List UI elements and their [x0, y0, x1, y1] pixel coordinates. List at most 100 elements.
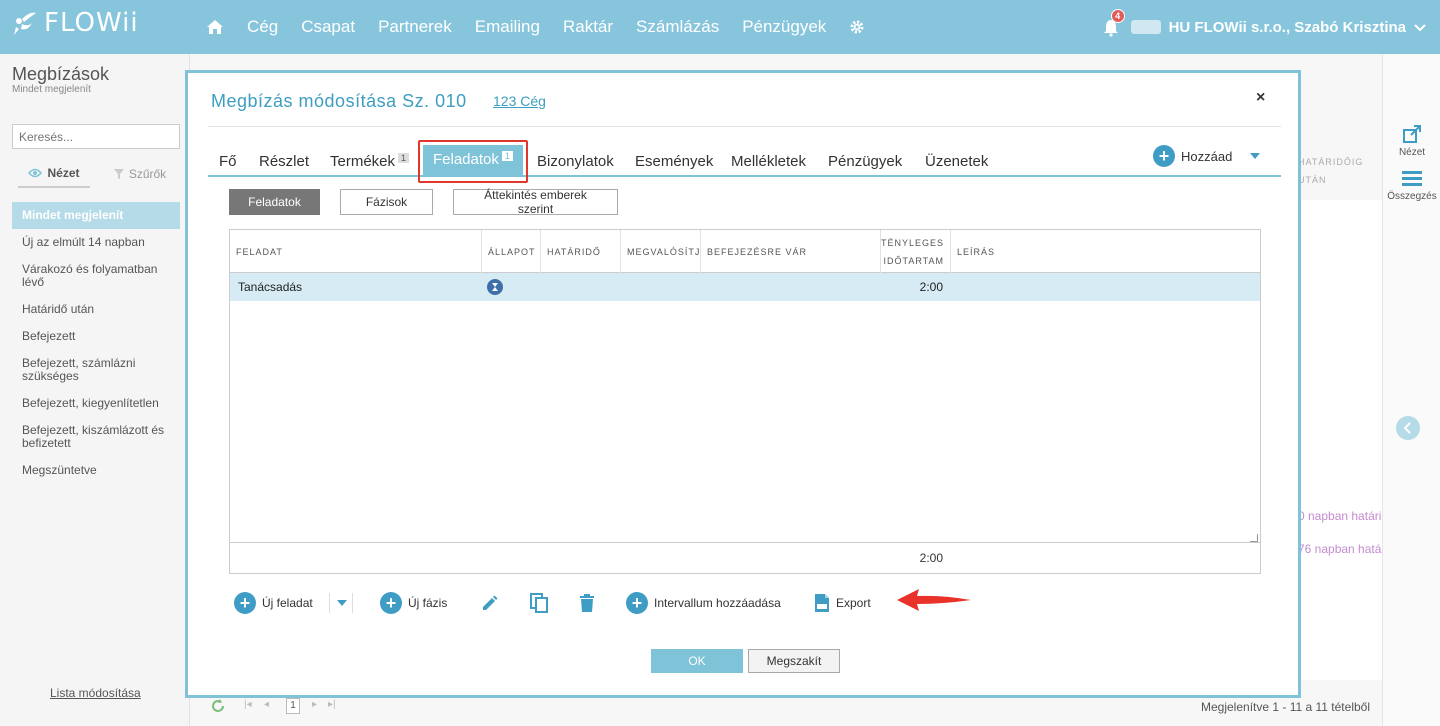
- nav-penzugyek[interactable]: Pénzügyek: [742, 17, 826, 37]
- col-implementer[interactable]: MEGVALÓSÍTJA: [621, 230, 701, 273]
- caret-down-icon: [1250, 153, 1261, 159]
- tab-view[interactable]: Nézet: [18, 166, 90, 188]
- tab-label: Termékek: [330, 153, 396, 170]
- trash-icon: [580, 594, 594, 612]
- flowii-logo[interactable]: FLOWii: [12, 8, 139, 38]
- tab-termekek[interactable]: Termékek 1: [330, 153, 410, 170]
- plus-circle-icon: +: [380, 592, 402, 614]
- tab-label: Bizonylatok: [537, 153, 614, 170]
- phases-view-button[interactable]: Fázisok: [340, 189, 433, 215]
- sidebar-title: Megbízások: [12, 64, 110, 84]
- plus-circle-icon: +: [626, 592, 648, 614]
- table-row[interactable]: Tanácsadás 2:00: [230, 273, 1260, 301]
- copy-button[interactable]: [530, 591, 548, 615]
- rail-view[interactable]: Nézet: [1383, 124, 1440, 158]
- col-deadline[interactable]: HATÁRIDŐ: [541, 230, 621, 273]
- nav-partnerek[interactable]: Partnerek: [378, 17, 452, 37]
- nav-csapat[interactable]: Csapat: [301, 17, 355, 37]
- flowii-logo-icon: [14, 12, 36, 35]
- eye-icon: [28, 168, 43, 178]
- people-overview-button[interactable]: Áttekintés emberek szerint: [453, 188, 618, 216]
- sidebar-item[interactable]: Mindet megjelenít: [12, 202, 180, 229]
- tab-uzenetek[interactable]: Üzenetek: [925, 153, 988, 170]
- edit-list-link[interactable]: Lista módosítása: [50, 686, 141, 700]
- external-link-icon: [1403, 125, 1421, 143]
- nav-raktar[interactable]: Raktár: [563, 17, 613, 37]
- collapse-panel-button[interactable]: [1396, 416, 1420, 440]
- gear-icon[interactable]: [849, 19, 865, 35]
- ok-button[interactable]: OK: [651, 649, 743, 673]
- nav-szamlazas[interactable]: Számlázás: [636, 17, 719, 37]
- sidebar-item[interactable]: Befejezett, kiszámlázott és befizetett: [12, 417, 180, 457]
- col-actual-line1: TÉNYLEGES: [881, 237, 944, 248]
- tab-mellekletek[interactable]: Mellékletek: [731, 153, 806, 170]
- bg-col-head-2: UTÁN: [1298, 175, 1327, 185]
- background-column-header: HATÁRIDŐIG UTÁN: [1298, 153, 1363, 189]
- sidebar-item[interactable]: Megszüntetve: [12, 457, 180, 484]
- new-task-dropdown[interactable]: [337, 591, 347, 615]
- nav-emailing[interactable]: Emailing: [475, 17, 540, 37]
- page-number-input[interactable]: 1: [286, 698, 300, 714]
- refresh-icon[interactable]: [210, 698, 226, 714]
- tab-view-label: Nézet: [47, 166, 80, 180]
- tab-label: Mellékletek: [731, 153, 807, 170]
- tasks-view-button[interactable]: Feladatok: [229, 189, 320, 215]
- tab-reszlet[interactable]: Részlet: [259, 153, 309, 170]
- new-task-button[interactable]: + Új feladat: [234, 591, 313, 615]
- search-input[interactable]: [12, 124, 180, 149]
- tab-fo[interactable]: Fő: [219, 153, 237, 170]
- home-icon[interactable]: [206, 19, 224, 35]
- logo-text: FLOWii: [44, 8, 139, 38]
- tab-bizonylatok[interactable]: Bizonylatok: [537, 153, 614, 170]
- tab-filters[interactable]: Szűrők: [104, 166, 176, 188]
- sidebar-item[interactable]: Befejezett, kiegyenlítetlen: [12, 390, 180, 417]
- pager-status: Megjelenítve 1 - 11 a 11 tételből: [1201, 700, 1370, 714]
- bell-icon[interactable]: 4: [1103, 9, 1125, 37]
- edit-button[interactable]: [481, 591, 499, 615]
- nav-ceg[interactable]: Cég: [247, 17, 278, 37]
- divider: [208, 126, 1281, 127]
- total-duration: 2:00: [919, 550, 943, 565]
- resize-handle[interactable]: [1250, 534, 1258, 542]
- col-waiting[interactable]: BEFEJEZÉSRE VÁR: [701, 230, 881, 273]
- plus-circle-icon: +: [234, 592, 256, 614]
- last-page-icon[interactable]: ▸|: [328, 699, 336, 710]
- add-interval-label: Intervallum hozzáadása: [654, 596, 781, 610]
- chevron-down-icon[interactable]: [1414, 19, 1426, 36]
- sidebar-item[interactable]: Határidő után: [12, 296, 180, 323]
- main-nav: Cég Csapat Partnerek Emailing Raktár Szá…: [206, 0, 888, 54]
- copy-icon: [530, 593, 548, 613]
- col-state[interactable]: ÁLLAPOT: [482, 230, 541, 273]
- duration-cell: 2:00: [919, 280, 943, 294]
- sidebar-item[interactable]: Új az elmúlt 14 napban: [12, 229, 180, 256]
- tab-penzugyek[interactable]: Pénzügyek: [828, 153, 902, 170]
- sidebar-item[interactable]: Várakozó és folyamatban lévő: [12, 256, 180, 296]
- close-icon[interactable]: ×: [1256, 89, 1265, 107]
- rail-summary[interactable]: Összegzés: [1383, 170, 1440, 202]
- company-link[interactable]: 123 Cég: [493, 93, 546, 109]
- next-page-icon[interactable]: ▸: [312, 699, 317, 710]
- delete-button[interactable]: [579, 591, 595, 615]
- dialog-tabs: Fő Részlet Termékek 1 Feladatok 1 Bizonyla…: [208, 145, 1281, 177]
- hourglass-icon: [487, 279, 503, 295]
- add-dropdown-button[interactable]: + Hozzáad: [1153, 145, 1261, 167]
- prev-page-icon[interactable]: ◂: [264, 699, 269, 710]
- sidebar-item[interactable]: Befejezett, számlázni szükséges: [12, 350, 180, 390]
- cancel-button[interactable]: Megszakít: [748, 649, 840, 673]
- caret-down-icon: [337, 600, 347, 606]
- sidebar-list: Mindet megjelenít Új az elmúlt 14 napban…: [12, 202, 180, 484]
- grid-header: FELADAT ÁLLAPOT HATÁRIDŐ MEGVALÓSÍTJA BE…: [230, 230, 1260, 273]
- col-description[interactable]: LEÍRÁS: [951, 230, 1260, 273]
- col-task[interactable]: FELADAT: [230, 230, 482, 273]
- view-switch: Feladatok Fázisok Áttekintés emberek sze…: [229, 188, 618, 216]
- user-menu[interactable]: 4 HU FLOWii s.r.o., Szabó Krisztina: [1103, 0, 1426, 54]
- first-page-icon[interactable]: |◂: [244, 699, 252, 710]
- tab-esemenyek[interactable]: Események: [635, 153, 713, 170]
- add-interval-button[interactable]: + Intervallum hozzáadása: [626, 591, 781, 615]
- export-button[interactable]: Export: [814, 591, 871, 615]
- new-phase-button[interactable]: + Új fázis: [380, 591, 447, 615]
- sidebar-item[interactable]: Befejezett: [12, 323, 180, 350]
- right-rail: Nézet Összegzés: [1382, 54, 1440, 726]
- tab-label: Pénzügyek: [828, 153, 903, 170]
- col-actual-duration[interactable]: TÉNYLEGES IDŐTARTAM: [881, 230, 951, 273]
